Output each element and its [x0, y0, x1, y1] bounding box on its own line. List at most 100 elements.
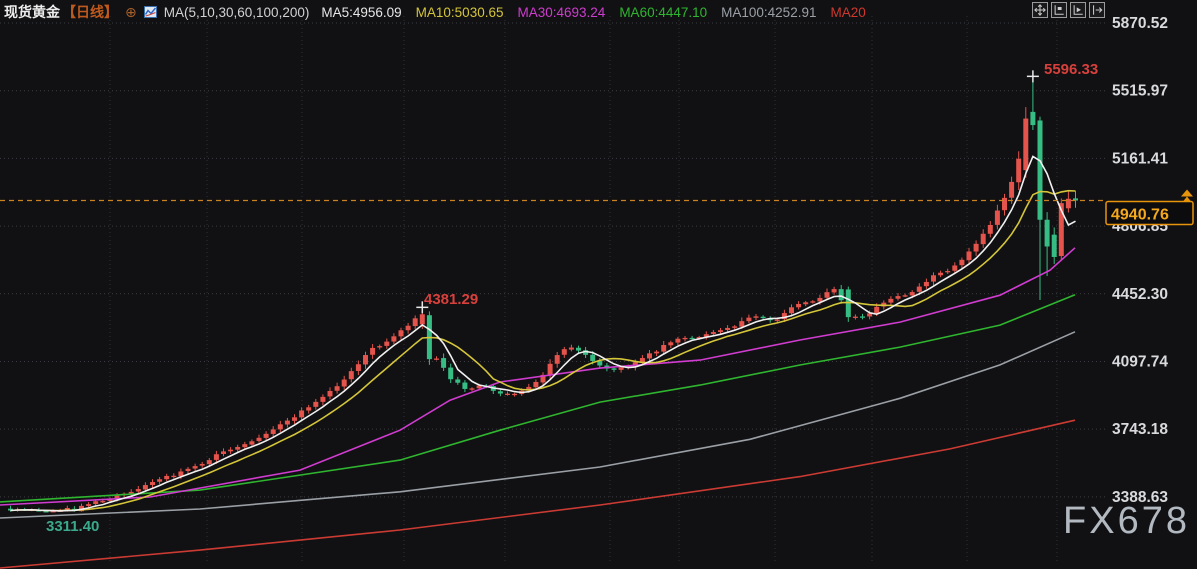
annotation-text: 4381.29	[424, 291, 478, 308]
candle-body	[832, 289, 837, 292]
chart-header: 现货黄金 【日线】 ⊕ MA(5,10,30,60,100,200) MA5:4…	[4, 2, 880, 22]
candle-body	[157, 479, 162, 481]
candle-body	[200, 464, 205, 466]
ma5-line	[11, 156, 1076, 511]
candle-body	[654, 352, 659, 354]
candle-body	[505, 394, 510, 395]
candle-body	[441, 358, 446, 368]
ma-legend: MA5:4956.09MA10:5030.65MA30:4693.24MA60:…	[321, 5, 879, 20]
ma-legend-item: MA30:4693.24	[517, 5, 605, 20]
candle-body	[576, 348, 581, 351]
price-up-arrow-icon	[1181, 190, 1193, 197]
candle-body	[931, 275, 936, 281]
candle-body	[1002, 198, 1007, 210]
circle-plus-icon[interactable]: ⊕	[125, 5, 137, 19]
ma-settings-label[interactable]: MA(5,10,30,60,100,200)	[164, 5, 310, 20]
pan-icon[interactable]	[1032, 2, 1048, 18]
candle-body	[292, 417, 297, 421]
candle-body	[917, 287, 922, 292]
candle-body	[356, 364, 361, 371]
ma-legend-item: MA20	[830, 5, 865, 20]
candle-body	[100, 501, 105, 502]
candle-body	[377, 346, 382, 347]
chart-window: { "header": { "title": "现货黄金", "timefram…	[0, 0, 1197, 569]
chart-toolbar	[1029, 2, 1105, 18]
candle-body	[761, 317, 766, 318]
candle-body	[803, 302, 808, 304]
candle-body	[853, 317, 858, 318]
watermark-fx678: FX678	[1063, 500, 1190, 543]
candle-body	[164, 476, 169, 479]
candle-body	[1016, 159, 1021, 182]
candle-body	[143, 485, 148, 489]
candle-body	[1009, 182, 1014, 198]
candle-body	[839, 289, 844, 300]
candle-body	[1038, 120, 1043, 219]
candle-body	[938, 273, 943, 276]
y-axis-tick-label: 3743.18	[1112, 421, 1168, 438]
current-price-value: 4940.76	[1111, 207, 1169, 224]
ma-legend-item: MA100:4252.91	[721, 5, 816, 20]
ma60-line	[0, 295, 1075, 502]
candle-body	[150, 482, 155, 485]
candle-body	[278, 424, 283, 429]
candle-body	[342, 380, 347, 387]
candle-body	[974, 244, 979, 252]
candle-body	[661, 345, 666, 352]
candle-body	[612, 368, 617, 369]
candle-body	[285, 421, 290, 425]
candle-body	[959, 260, 964, 265]
vertical-gridlines	[110, 16, 1057, 562]
ma-legend-item: MA5:4956.09	[321, 5, 401, 20]
timeframe-label[interactable]: 【日线】	[62, 2, 118, 22]
candle-body	[896, 296, 901, 299]
ma10-line	[11, 191, 1076, 511]
candle-body	[995, 211, 1000, 225]
candle-body	[817, 298, 822, 302]
candle-body	[136, 489, 141, 491]
ma30-line	[0, 248, 1075, 505]
candle-body	[207, 460, 212, 464]
candle-body	[739, 321, 744, 327]
candle-body	[320, 397, 325, 402]
candle-body	[129, 492, 134, 494]
candle-body	[711, 332, 716, 334]
candle-body	[746, 318, 751, 321]
candle-body	[186, 469, 191, 471]
candle-body	[690, 338, 695, 339]
price-scale-icon[interactable]	[1051, 2, 1067, 18]
candle-body	[249, 441, 254, 444]
candle-body	[548, 364, 553, 375]
ma-legend-item: MA10:5030.65	[416, 5, 504, 20]
candle-body	[888, 299, 893, 303]
candle-body	[775, 320, 780, 321]
horizontal-gridlines	[0, 23, 1105, 497]
indicator-chart-icon[interactable]	[144, 6, 157, 18]
candle-body	[235, 447, 240, 450]
collapse-panel-icon[interactable]	[1089, 2, 1105, 18]
candle-body	[1023, 119, 1028, 171]
candle-body	[555, 355, 560, 364]
candle-body	[903, 295, 908, 296]
ma200-line	[0, 420, 1075, 568]
candle-body	[264, 434, 269, 438]
candle-body	[924, 282, 929, 286]
annotations: 5596.334381.293311.40	[46, 61, 1098, 535]
candle-body	[271, 429, 276, 434]
ma100-line	[0, 332, 1075, 518]
auto-play-icon[interactable]	[1070, 2, 1086, 18]
price-chart-canvas[interactable]: 5596.334381.293311.405870.525515.975161.…	[0, 0, 1197, 569]
candle-body	[981, 234, 986, 244]
candle-body	[789, 307, 794, 313]
candle-body	[1052, 235, 1057, 257]
candle-body	[434, 359, 439, 360]
candle-body	[860, 316, 865, 317]
annotation-text: 5596.33	[1044, 61, 1098, 78]
candle-body	[93, 501, 98, 504]
candle-body	[384, 342, 389, 346]
candle-body	[967, 252, 972, 261]
candle-body	[498, 391, 503, 393]
candle-body	[406, 326, 411, 331]
candle-body	[647, 353, 652, 358]
candle-body	[228, 450, 233, 452]
